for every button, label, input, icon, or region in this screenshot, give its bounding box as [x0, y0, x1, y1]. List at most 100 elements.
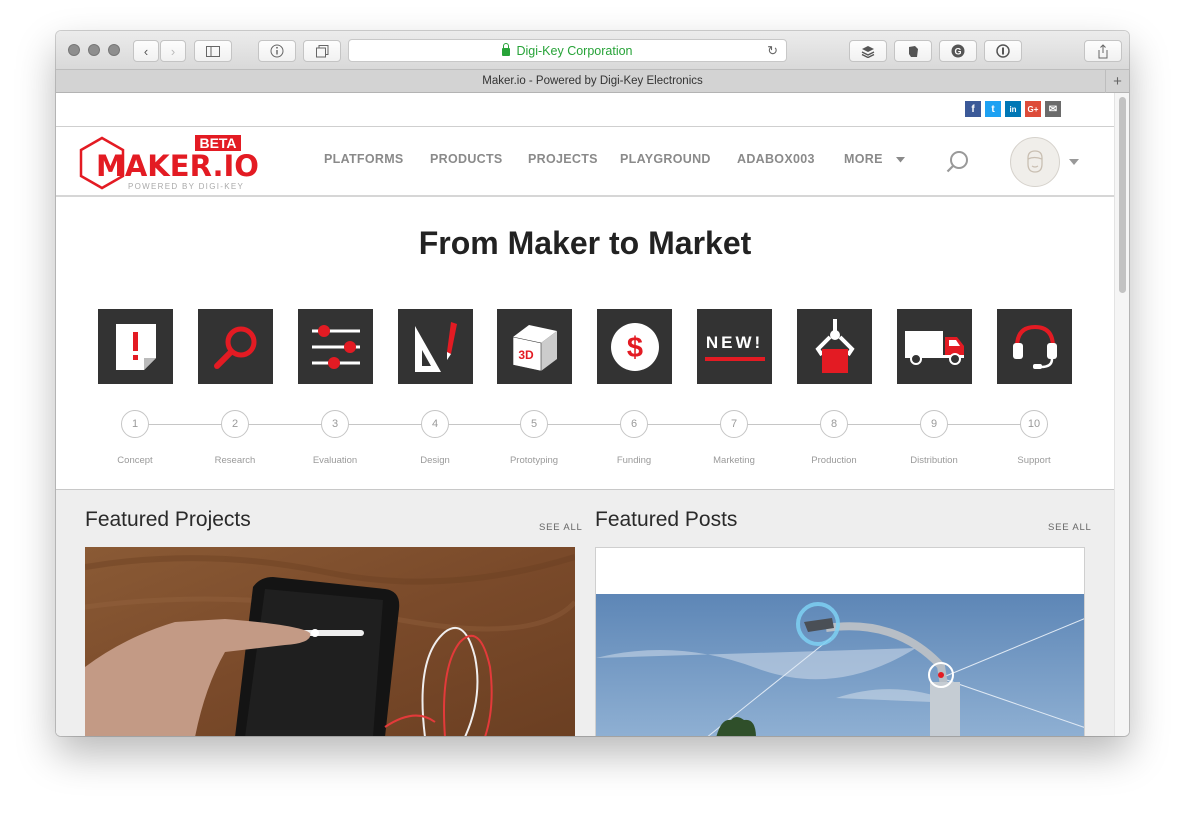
- nav-more[interactable]: MORE: [844, 152, 906, 166]
- grammarly-icon: G: [951, 44, 965, 58]
- step-label-distribution: Distribution: [910, 455, 958, 466]
- tabs-overview-button[interactable]: [303, 40, 341, 62]
- step-9[interactable]: 9: [920, 410, 948, 438]
- distribution-icon: [904, 330, 964, 365]
- concept-tile[interactable]: [98, 309, 173, 384]
- hero-title: From Maker to Market: [418, 225, 752, 261]
- user-face-icon: [1027, 150, 1043, 173]
- step-8[interactable]: 8: [820, 410, 848, 438]
- support-tile[interactable]: [997, 309, 1072, 384]
- marketing-underline: [704, 356, 765, 361]
- evaluation-icon: [311, 324, 360, 369]
- search-icon[interactable]: [946, 150, 970, 174]
- step-label-design: Design: [420, 455, 450, 466]
- site-header: BETA MAKER.IO POWERED BY DIGI-KEY PLATFO…: [56, 127, 1114, 197]
- back-button[interactable]: ‹: [133, 40, 159, 62]
- prototyping-tile[interactable]: 3D: [497, 309, 572, 384]
- nav-more-label: MORE: [844, 152, 883, 166]
- layers-extension-button[interactable]: [849, 40, 887, 62]
- grammarly-extension-button[interactable]: G: [939, 40, 977, 62]
- evaluation-tile[interactable]: [298, 309, 373, 384]
- share-button[interactable]: [1084, 40, 1122, 62]
- step-4[interactable]: 4: [421, 410, 449, 438]
- logo-wordmark: MAKER.IO: [96, 149, 259, 183]
- step-label-marketing: Marketing: [713, 455, 755, 466]
- logo-tagline: POWERED BY DIGI-KEY: [128, 182, 245, 191]
- featured-posts-title: Featured Posts: [595, 508, 738, 531]
- step-7[interactable]: 7: [720, 410, 748, 438]
- tabs-icon: [315, 44, 328, 57]
- nav-playground[interactable]: PLAYGROUND: [620, 152, 711, 166]
- reload-icon[interactable]: ↻: [767, 43, 778, 59]
- scrollbar-thumb[interactable]: [1119, 97, 1126, 293]
- linkedin-icon[interactable]: in: [1005, 101, 1021, 117]
- sidebar-button[interactable]: [194, 40, 232, 62]
- site-logo[interactable]: BETA MAKER.IO POWERED BY DIGI-KEY: [78, 133, 259, 193]
- maker-to-market-section: From Maker to Market 3D $ NEW! 1 2 3 4 5…: [56, 197, 1114, 489]
- step-3[interactable]: 3: [321, 410, 349, 438]
- address-bar[interactable]: Digi-Key Corporation ↻: [348, 39, 787, 62]
- research-icon: [213, 326, 256, 369]
- minimize-window-button[interactable]: [88, 44, 100, 56]
- svg-text:G: G: [954, 47, 961, 57]
- nav-products[interactable]: PRODUCTS: [430, 152, 503, 166]
- step-label-production: Production: [811, 455, 857, 466]
- password-extension-button[interactable]: [984, 40, 1022, 62]
- twitter-icon[interactable]: t: [985, 101, 1001, 117]
- nav-platforms[interactable]: PLATFORMS: [324, 152, 404, 166]
- step-label-funding: Funding: [616, 455, 652, 466]
- step-6[interactable]: 6: [620, 410, 648, 438]
- featured-projects-see-all[interactable]: SEE ALL: [539, 522, 583, 533]
- zoom-window-button[interactable]: [108, 44, 120, 56]
- step-label-evaluation: Evaluation: [312, 455, 358, 466]
- browser-window: ‹ › Digi-Key Corporation ↻ G Maker.io - …: [56, 31, 1129, 736]
- account-caret-icon[interactable]: [1069, 159, 1079, 165]
- featured-section: Featured Projects SEE ALL Featured Posts…: [56, 489, 1114, 736]
- address-text: Digi-Key Corporation: [516, 43, 633, 58]
- evernote-extension-button[interactable]: [894, 40, 932, 62]
- step-10[interactable]: 10: [1020, 410, 1048, 438]
- design-icon: [414, 321, 457, 372]
- info-button[interactable]: [258, 40, 296, 62]
- new-tab-button[interactable]: +: [1105, 70, 1129, 93]
- featured-posts-see-all[interactable]: SEE ALL: [1048, 522, 1092, 533]
- step-connector-line: [148, 424, 1048, 425]
- design-tile[interactable]: [398, 309, 473, 384]
- page-scrollbar[interactable]: [1114, 93, 1129, 736]
- nav-adabox003[interactable]: ADABOX003: [737, 152, 815, 166]
- close-window-button[interactable]: [68, 44, 80, 56]
- email-icon[interactable]: ✉: [1045, 101, 1061, 117]
- step-label-prototyping: Prototyping: [509, 455, 559, 466]
- chevron-right-icon: ›: [170, 43, 176, 59]
- distribution-tile[interactable]: [897, 309, 972, 384]
- step-2[interactable]: 2: [221, 410, 249, 438]
- featured-post-card[interactable]: [595, 547, 1085, 736]
- password-icon: [996, 44, 1010, 58]
- step-1[interactable]: 1: [121, 410, 149, 438]
- facebook-icon[interactable]: f: [965, 101, 981, 117]
- marketing-tile[interactable]: NEW!: [697, 309, 772, 384]
- nav-projects[interactable]: PROJECTS: [528, 152, 598, 166]
- forward-button[interactable]: ›: [160, 40, 186, 62]
- google-plus-icon[interactable]: G+: [1025, 101, 1041, 117]
- research-tile[interactable]: [198, 309, 273, 384]
- avatar[interactable]: [1010, 137, 1060, 187]
- step-label-support: Support: [1017, 455, 1051, 466]
- caret-down-icon: [896, 156, 906, 163]
- evernote-icon: [909, 45, 918, 57]
- tab-bar: Maker.io - Powered by Digi-Key Electroni…: [56, 69, 1129, 93]
- funding-tile[interactable]: $: [597, 309, 672, 384]
- production-tile[interactable]: [797, 309, 872, 384]
- tab-title[interactable]: Maker.io - Powered by Digi-Key Electroni…: [482, 75, 703, 87]
- support-icon: [1012, 324, 1057, 369]
- concept-icon: [115, 323, 156, 370]
- layers-icon: [861, 45, 875, 58]
- featured-project-card[interactable]: [85, 547, 575, 736]
- web-page: f t in G+ ✉ BETA MAKER.IO POWERED BY DIG…: [56, 93, 1114, 736]
- social-bar: f t in G+ ✉: [56, 93, 1114, 127]
- chevron-left-icon: ‹: [143, 43, 149, 59]
- step-label-research: Research: [214, 455, 256, 466]
- sidebar-icon: [206, 45, 220, 57]
- step-5[interactable]: 5: [520, 410, 548, 438]
- share-icon: [1098, 43, 1108, 58]
